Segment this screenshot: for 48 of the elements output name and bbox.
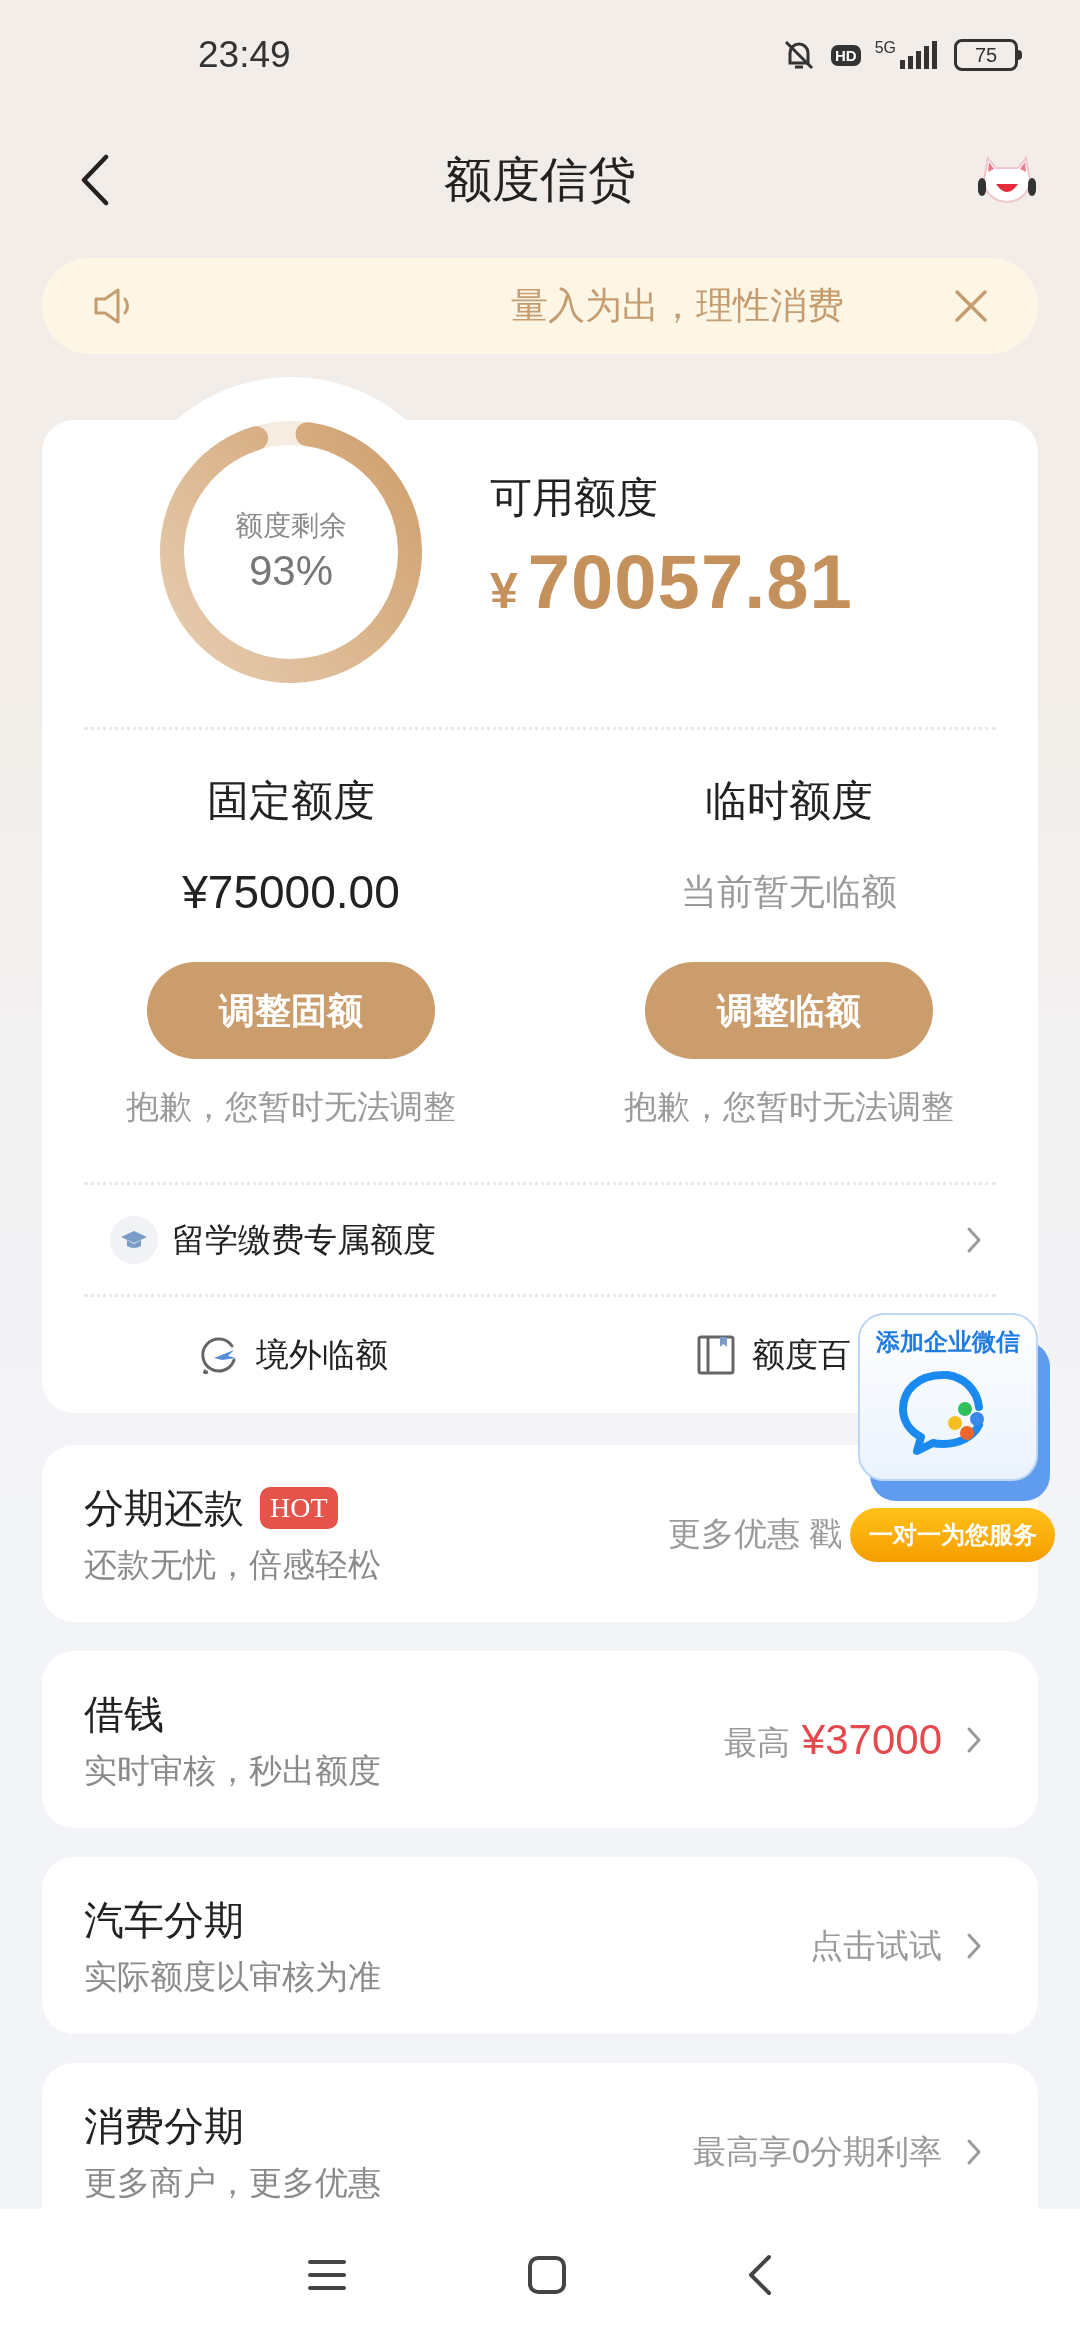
available-amount: 70057.81 [527,538,853,626]
graduation-cap-icon [110,1215,158,1264]
home-icon[interactable] [527,2254,567,2295]
ring-label: 额度剩余 [235,512,347,540]
signal-icon [898,40,940,70]
page-title: 额度信贷 [444,152,636,208]
widget-title: 添加企业微信 [876,1327,1020,1357]
network-label: 5G [874,40,896,56]
product-card[interactable]: 汽车分期 实际额度以审核为准 点击试试 [42,1857,1038,2034]
notice-text: 量入为出，理性消费 [511,284,844,329]
adjust-note: 抱歉，您暂时无法调整 [126,1087,456,1127]
wecom-card[interactable]: 添加企业微信 [858,1313,1038,1481]
chevron-icon [966,1225,982,1254]
product-title: 分期还款 [84,1484,244,1532]
quick-link[interactable]: 额度百 [696,1330,851,1380]
product-subtitle: 实际额度以审核为准 [84,1956,381,1997]
book-icon [696,1334,736,1376]
product-subtitle: 还款无忧，倍感轻松 [84,1544,381,1585]
product-card[interactable]: 借钱 实时审核，秒出额度 最高 ¥37000 [42,1651,1038,1828]
loan-amount: ¥37000 [801,1715,942,1765]
hd-badge: HD [831,44,861,66]
quota-title: 固定额度 [207,776,375,826]
quota-value: 当前暂无临额 [681,870,897,914]
product-note: 点击试试 [810,1925,942,1966]
status-time: 23:49 [198,33,291,78]
product-title: 汽车分期 [84,1896,244,1944]
product-note: 最高享0分期利率 [692,2131,942,2172]
product-note: 最高 [723,1723,790,1763]
study-label: 留学缴费专属额度 [172,1219,436,1260]
ring-percent: 93% [248,550,334,592]
quick-link[interactable]: 境外临额 [198,1330,388,1380]
battery-indicator: 75 [954,39,1022,71]
quota-title: 临时额度 [705,776,873,826]
available-label: 可用额度 [490,473,659,523]
menu-icon[interactable] [307,2257,347,2292]
product-subtitle: 更多商户，更多优惠 [84,2162,381,2203]
product-title: 借钱 [84,1690,164,1738]
product-card[interactable]: 消费分期 更多商户，更多优惠 最高享0分期利率 [42,2063,1038,2209]
product-note: 更多优惠 戳 [667,1513,842,1554]
hot-badge: HOT [260,1486,338,1529]
product-title: 消费分期 [84,2102,244,2150]
back-nav-icon[interactable] [747,2253,773,2296]
product-subtitle: 实时审核，秒出额度 [84,1750,381,1791]
currency-sign: ¥ [490,562,518,621]
back-icon[interactable] [80,154,110,206]
quota-value: ¥75000.00 [182,865,400,920]
study-row[interactable]: 留学缴费专属额度 [84,1185,996,1294]
adjust-note: 抱歉，您暂时无法调整 [624,1087,954,1127]
